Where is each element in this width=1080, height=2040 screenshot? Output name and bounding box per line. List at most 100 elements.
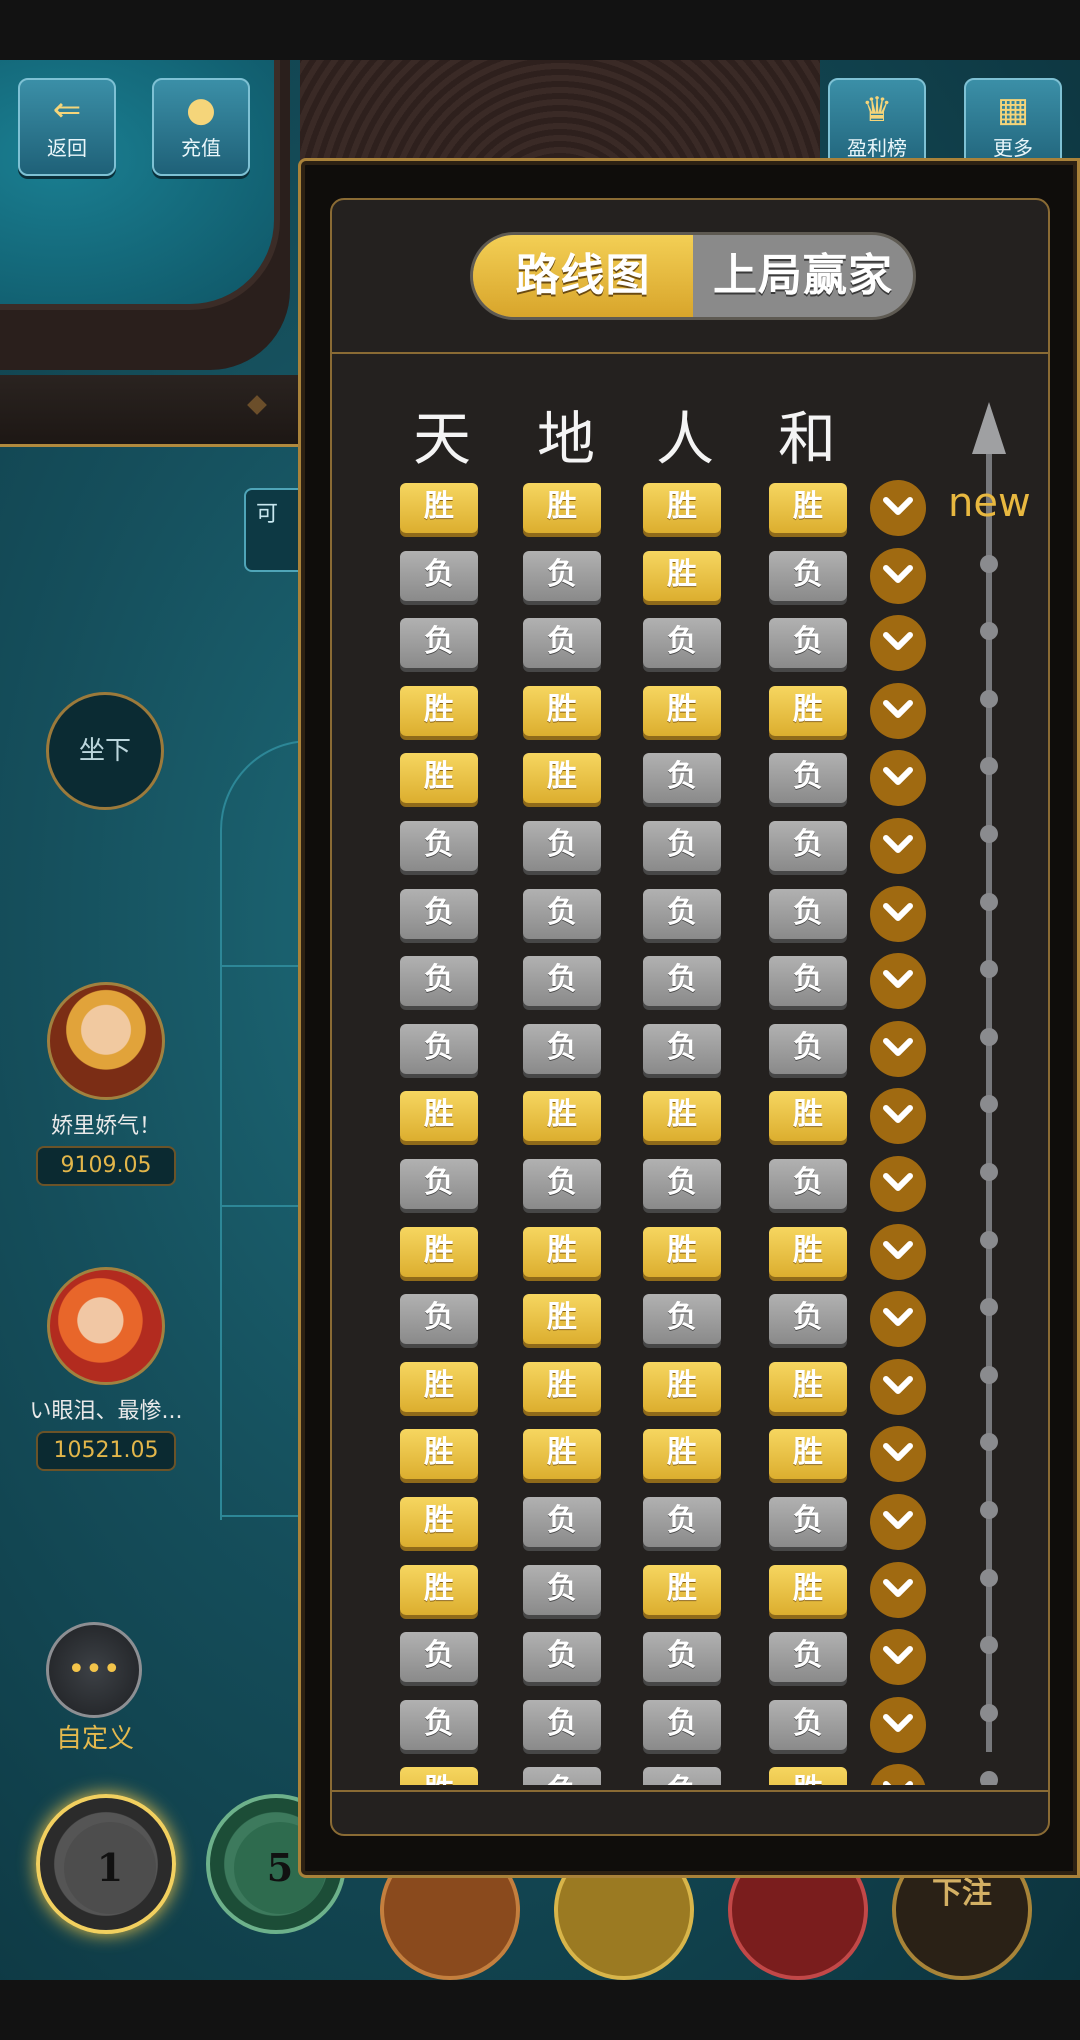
win-cell: 胜 (523, 685, 601, 736)
chevron-down-icon (883, 1443, 913, 1462)
expand-row-button[interactable] (870, 1494, 926, 1550)
timeline-dot (980, 1771, 998, 1785)
timeline-dot (980, 892, 998, 911)
expand-row-button[interactable] (870, 1291, 926, 1348)
expand-row-button[interactable] (870, 615, 926, 672)
win-cell: 胜 (400, 1497, 478, 1547)
chevron-down-icon (883, 497, 913, 515)
lose-cell: 负 (769, 1023, 847, 1074)
lose-cell: 负 (523, 1699, 601, 1750)
navigation-bar (0, 1980, 1080, 2040)
lose-cell: 负 (523, 1159, 601, 1209)
lose-cell: 负 (643, 821, 721, 871)
expand-row-button[interactable] (870, 547, 926, 604)
expand-row-button[interactable] (870, 682, 926, 739)
lose-cell: 负 (769, 956, 847, 1007)
expand-row-button[interactable] (870, 1629, 926, 1686)
expand-row-button[interactable] (870, 1223, 926, 1280)
expand-row-button[interactable] (870, 818, 926, 874)
expand-row-button[interactable] (870, 480, 926, 536)
chevron-down-icon (883, 1781, 913, 1785)
lose-cell: 负 (400, 1023, 478, 1074)
bet-button-label: 下注 (932, 1876, 992, 1911)
chevron-down-icon (883, 1511, 913, 1529)
expand-row-button[interactable] (870, 953, 926, 1010)
lose-cell: 负 (523, 1632, 601, 1683)
expand-row-button[interactable] (870, 1764, 926, 1785)
lose-cell: 负 (769, 753, 847, 804)
win-cell: 胜 (643, 1361, 721, 1412)
recharge-label: 充值 (181, 136, 221, 160)
lose-cell: 负 (400, 888, 478, 939)
chevron-down-icon (883, 1713, 913, 1732)
chevron-down-icon (883, 564, 913, 583)
grid-icon: ▦ (996, 90, 1030, 130)
expand-row-button[interactable] (870, 885, 926, 942)
lose-cell: 负 (523, 618, 601, 669)
expand-row-button[interactable] (870, 1561, 926, 1618)
lose-cell: 负 (400, 1632, 478, 1683)
lose-cell: 负 (643, 1294, 721, 1345)
expand-row-button[interactable] (870, 1426, 926, 1483)
win-cell: 胜 (523, 1429, 601, 1480)
win-cell: 胜 (769, 1564, 847, 1615)
column-header-tian: 天 (412, 405, 471, 473)
lose-cell: 负 (400, 550, 478, 601)
chevron-down-icon (883, 1240, 913, 1259)
win-cell: 胜 (769, 1767, 847, 1785)
more-label: 更多 (993, 136, 1033, 160)
win-cell: 胜 (769, 1226, 847, 1277)
lose-cell: 负 (400, 1294, 478, 1345)
lose-cell: 负 (769, 1294, 847, 1345)
win-cell: 胜 (643, 483, 721, 533)
win-cell: 胜 (643, 1564, 721, 1615)
expand-row-button[interactable] (870, 1696, 926, 1753)
lose-cell: 负 (400, 1159, 478, 1209)
chevron-down-icon (883, 1173, 913, 1191)
tab-road-map[interactable]: 路线图 (473, 235, 693, 317)
chip-value: 1 (64, 1822, 156, 1914)
chevron-down-icon (883, 1105, 913, 1124)
win-cell: 胜 (769, 1361, 847, 1412)
win-cell: 胜 (400, 1767, 478, 1785)
trophy-icon: ♛ (861, 90, 893, 130)
panel-tabs: 路线图 上局赢家 (470, 232, 916, 320)
chevron-down-icon (883, 632, 913, 651)
timeline-dot (980, 554, 998, 573)
lose-cell: 负 (523, 550, 601, 601)
status-bar (0, 0, 1080, 60)
win-cell: 胜 (643, 1429, 721, 1480)
tab-last-winner[interactable]: 上局赢家 (693, 235, 913, 317)
back-label: 返回 (47, 136, 87, 160)
expand-row-button[interactable] (870, 1156, 926, 1212)
timeline-dot (980, 1365, 998, 1384)
expand-row-button[interactable] (870, 1358, 926, 1415)
lose-cell: 负 (769, 1632, 847, 1683)
win-cell: 胜 (769, 483, 847, 533)
expand-row-button[interactable] (870, 1020, 926, 1077)
expand-row-button[interactable] (870, 1088, 926, 1145)
timeline-dot (980, 825, 998, 843)
lose-cell: 负 (643, 1497, 721, 1547)
expand-row-button[interactable] (870, 750, 926, 807)
exit-door-icon: ⇐ (52, 90, 82, 130)
column-header-he: 和 (777, 405, 836, 473)
win-cell: 胜 (400, 1226, 478, 1277)
lose-cell: 负 (769, 1699, 847, 1750)
timeline-dot (980, 1636, 998, 1655)
panel-footer (330, 1790, 1050, 1836)
back-button[interactable]: ⇐ 返回 (18, 78, 116, 176)
lose-cell: 负 (523, 1564, 601, 1615)
lose-cell: 负 (643, 753, 721, 804)
win-cell: 胜 (400, 1361, 478, 1412)
recharge-button[interactable]: ● 充值 (152, 78, 250, 176)
money-bag-icon: ● (186, 90, 216, 130)
win-cell: 胜 (523, 1294, 601, 1345)
win-cell: 胜 (643, 1226, 721, 1277)
chevron-down-icon (883, 1646, 913, 1665)
chip-1-button[interactable]: 1 (36, 1794, 176, 1934)
win-cell: 胜 (643, 685, 721, 736)
lose-cell: 负 (769, 1497, 847, 1547)
lose-cell: 负 (643, 1699, 721, 1750)
win-cell: 胜 (523, 483, 601, 533)
